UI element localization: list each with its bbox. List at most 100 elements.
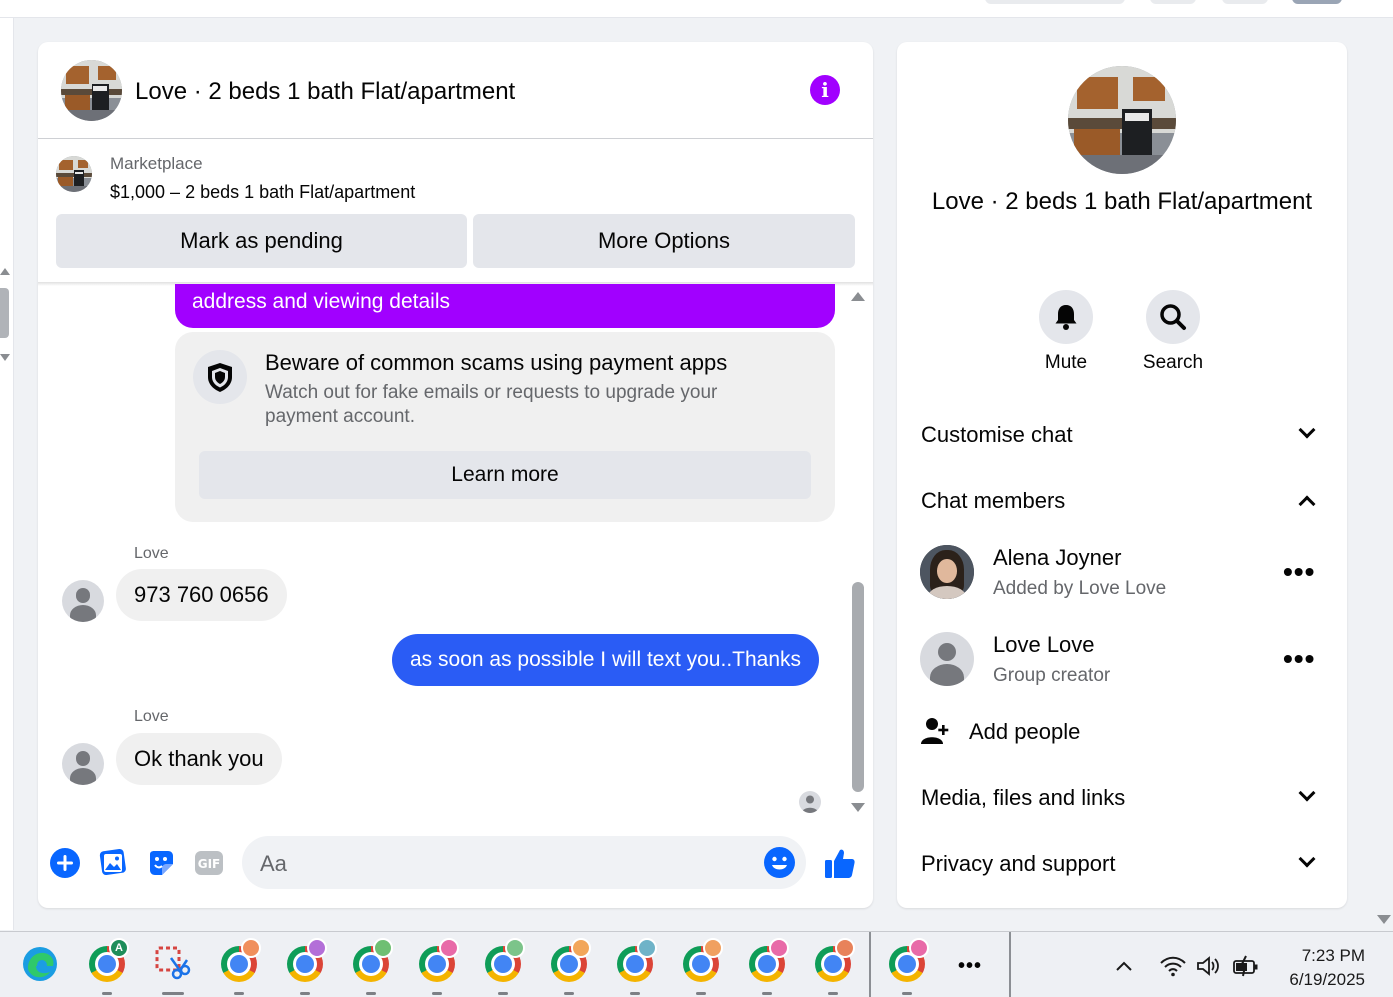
marketplace-listing-title[interactable]: $1,000 – 2 beds 1 bath Flat/apartment (110, 182, 415, 203)
member-options-icon[interactable]: ••• (1283, 645, 1315, 673)
search-icon (1160, 304, 1186, 330)
sender-avatar[interactable] (62, 743, 104, 785)
chrome-profile-icon[interactable] (287, 938, 327, 982)
chrome-profile-icon[interactable] (221, 938, 261, 982)
customise-chat-section[interactable]: Customise chat (921, 416, 1325, 456)
sticker-icon[interactable] (146, 848, 176, 883)
scam-warning-card: Beware of common scams using payment app… (175, 332, 835, 522)
outgoing-message[interactable]: address and viewing details (175, 284, 835, 328)
chrome-profile-icon[interactable] (815, 938, 855, 982)
member-role: Added by Love Love (993, 578, 1167, 599)
message-sender: Love (134, 708, 169, 725)
page-scroll-down-icon[interactable] (1377, 915, 1391, 924)
add-people-row[interactable]: Add people (921, 713, 1325, 753)
clock[interactable]: 7:23 PM 6/19/2025 (1281, 944, 1365, 992)
conversation-title: Love · 2 beds 1 bath Flat/apartment (931, 188, 1313, 215)
toolbar-button[interactable] (1222, 0, 1268, 4)
more-options-button[interactable]: More Options (473, 214, 855, 268)
show-hidden-icons-chevron-icon[interactable] (1114, 956, 1134, 981)
taskbar-indicator (498, 992, 508, 995)
chrome-icon[interactable]: A (89, 938, 129, 982)
member-options-icon[interactable]: ••• (1283, 558, 1315, 586)
emoji-icon[interactable] (764, 847, 795, 883)
member-name[interactable]: Love Love (993, 632, 1095, 658)
message-input-placeholder: Aa (260, 851, 287, 876)
taskbar-indicator (902, 992, 912, 995)
toolbar-button[interactable] (1150, 0, 1196, 4)
taskbar-indicator (300, 992, 310, 995)
chrome-profile-icon[interactable] (683, 938, 723, 982)
thumbs-up-icon[interactable] (823, 846, 857, 885)
profile-badge: A (109, 938, 129, 958)
left-scroll-rail (0, 18, 14, 930)
battery-charging-icon[interactable] (1232, 954, 1260, 983)
search-button[interactable] (1146, 290, 1200, 344)
gif-icon[interactable]: GIF (194, 848, 224, 883)
member-avatar[interactable] (920, 545, 974, 599)
outgoing-message[interactable]: as soon as possible I will text you..Tha… (392, 634, 820, 686)
mute-button[interactable] (1039, 290, 1093, 344)
marketplace-thumbnail[interactable] (56, 156, 92, 192)
search-label: Search (1142, 352, 1204, 373)
scroll-down-arrow-icon[interactable] (851, 803, 865, 812)
rail-scroll-thumb[interactable] (0, 288, 9, 338)
snipping-tool-icon[interactable] (155, 946, 191, 982)
chat-members-section[interactable]: Chat members (921, 482, 1325, 522)
bell-icon (1055, 305, 1077, 330)
customise-chat-label: Customise chat (921, 422, 1073, 447)
message-scroll-thumb[interactable] (852, 582, 864, 792)
rail-down-arrow-icon[interactable] (0, 354, 10, 361)
message-sender: Love (134, 545, 169, 562)
chrome-profile-icon[interactable] (551, 938, 591, 982)
taskbar-indicator (762, 992, 772, 995)
taskbar-indicator (366, 992, 376, 995)
marketplace-source: Marketplace (110, 154, 203, 173)
media-files-links-section[interactable]: Media, files and links (921, 779, 1325, 819)
chat-title[interactable]: Love · 2 beds 1 bath Flat/apartment (135, 78, 515, 106)
rail-up-arrow-icon[interactable] (0, 268, 10, 275)
sender-avatar[interactable] (62, 580, 104, 622)
edge-icon[interactable] (22, 946, 58, 982)
info-icon[interactable]: i (810, 75, 840, 105)
chrome-profile-icon[interactable] (353, 938, 393, 982)
chevron-down-icon (1298, 850, 1316, 868)
conversation-info-panel: Love · 2 beds 1 bath Flat/apartment Mute… (897, 42, 1347, 908)
photo-icon[interactable] (98, 848, 128, 883)
incoming-message[interactable]: Ok thank you (116, 733, 282, 785)
wifi-icon[interactable] (1159, 954, 1187, 983)
add-people-label: Add people (969, 719, 1081, 744)
volume-icon[interactable] (1195, 954, 1223, 983)
more-apps-icon[interactable]: ••• (958, 956, 982, 976)
chrome-profile-icon[interactable] (617, 938, 657, 982)
add-icon[interactable] (50, 848, 80, 883)
mark-as-pending-button[interactable]: Mark as pending (56, 214, 467, 268)
shield-icon (193, 350, 247, 404)
message-scrollbar[interactable] (849, 288, 867, 818)
member-avatar[interactable] (920, 632, 974, 686)
incoming-message[interactable]: 973 760 0656 (116, 569, 287, 621)
mute-label: Mute (1044, 352, 1088, 373)
account-avatar[interactable] (1292, 0, 1342, 4)
scroll-up-arrow-icon[interactable] (851, 292, 865, 301)
browser-top-strip (0, 0, 1393, 18)
member-role: Group creator (993, 665, 1111, 686)
message-input[interactable]: Aa (242, 836, 806, 889)
chrome-profile-icon[interactable] (889, 938, 929, 982)
taskbar-indicator (564, 992, 574, 995)
learn-more-button[interactable]: Learn more (199, 451, 811, 499)
chat-members-label: Chat members (921, 488, 1066, 513)
member-name[interactable]: Alena Joyner (993, 545, 1121, 571)
chrome-profile-icon[interactable] (485, 938, 525, 982)
taskbar-separator (869, 932, 871, 997)
chrome-profile-icon[interactable] (749, 938, 789, 982)
taskbar-indicator (102, 992, 112, 995)
taskbar-indicator (696, 992, 706, 995)
listing-avatar[interactable] (61, 60, 122, 121)
toolbar-pill[interactable] (985, 0, 1125, 4)
page-scrollbar[interactable] (1375, 18, 1393, 930)
privacy-support-section[interactable]: Privacy and support (921, 845, 1325, 885)
listing-photo[interactable] (1068, 66, 1176, 174)
chat-panel: Love · 2 beds 1 bath Flat/apartment i Ma… (38, 42, 873, 908)
chrome-profile-icon[interactable] (419, 938, 459, 982)
chat-header: Love · 2 beds 1 bath Flat/apartment i (38, 42, 873, 139)
